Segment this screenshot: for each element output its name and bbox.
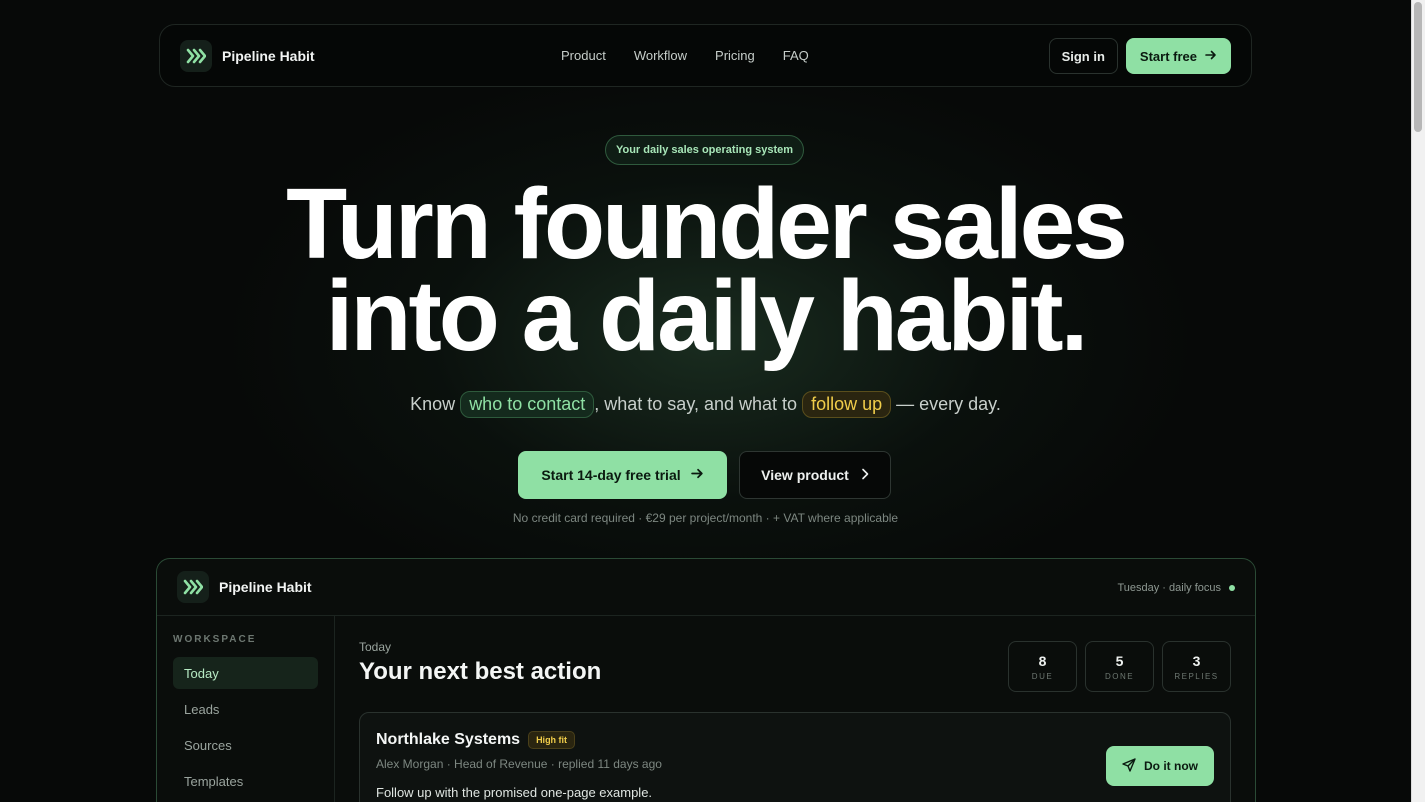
sidebar-item-templates[interactable]: Templates <box>173 765 318 797</box>
stat-done: 5 DONE <box>1085 641 1154 692</box>
sidebar-item-today[interactable]: Today <box>173 657 318 689</box>
nav-actions: Sign in Start free <box>1048 38 1231 74</box>
sidebar-item-sources[interactable]: Sources <box>173 729 318 761</box>
stat-value: 5 <box>1115 652 1124 669</box>
stat-replies: 3 REPLIES <box>1162 641 1231 692</box>
card-title-row: Northlake Systems High fit <box>376 731 1214 749</box>
card-company: Northlake Systems <box>376 731 521 748</box>
page-scrollbar[interactable] <box>1411 0 1425 802</box>
chevron-right-icon <box>861 467 869 483</box>
stat-label: DONE <box>1104 671 1135 681</box>
hero-headline: Turn founder sales into a daily habit. <box>0 174 1411 366</box>
highlight-who-to-contact: who to contact <box>460 391 595 418</box>
stats-group: 8 DUE 5 DONE 3 REPLIES <box>1008 641 1231 692</box>
chevrons-right-icon <box>177 571 209 603</box>
nav-link-workflow[interactable]: Workflow <box>634 48 687 63</box>
do-it-now-label: Do it now <box>1144 759 1198 773</box>
start-trial-label: Start 14-day free trial <box>541 467 681 483</box>
arrow-right-icon <box>1205 49 1217 64</box>
card-note: Follow up with the promised one-page exa… <box>376 785 653 800</box>
subline-prefix: Know <box>410 394 456 414</box>
app-header: Pipeline Habit Tuesday · daily focus <box>157 559 1255 616</box>
view-product-label: View product <box>761 467 849 483</box>
subline-suffix: — every day. <box>896 394 1001 414</box>
nav-links: Product Workflow Pricing FAQ <box>561 25 809 86</box>
stat-due: 8 DUE <box>1008 641 1077 692</box>
scrollbar-thumb[interactable] <box>1414 2 1422 132</box>
view-product-button[interactable]: View product <box>739 451 891 499</box>
workspace-label: WORKSPACE <box>173 634 257 645</box>
start-free-label: Start free <box>1139 48 1197 64</box>
sign-in-button[interactable]: Sign in <box>1048 38 1118 74</box>
card-meta: Alex Morgan · Head of Revenue · replied … <box>376 757 662 771</box>
sidebar-item-leads[interactable]: Leads <box>173 693 318 725</box>
fit-badge: High fit <box>528 731 576 749</box>
stat-label: DUE <box>1031 671 1054 681</box>
daily-focus-label: Tuesday · daily focus <box>1117 581 1221 594</box>
nav-link-product[interactable]: Product <box>561 48 606 63</box>
daily-focus-status: Tuesday · daily focus <box>1117 559 1235 616</box>
brand-name: Pipeline Habit <box>222 47 315 64</box>
hero-cta-row: Start 14-day free trial View product <box>518 451 891 499</box>
app-sidebar: WORKSPACE Today Leads Sources Templates <box>157 616 335 802</box>
nav-link-pricing[interactable]: Pricing <box>715 48 755 63</box>
do-it-now-button[interactable]: Do it now <box>1106 746 1214 786</box>
chevrons-right-icon <box>180 39 212 72</box>
hero-subline: Know who to contact, what to say, and wh… <box>0 391 1411 418</box>
action-card[interactable]: Northlake Systems High fit Alex Morgan ·… <box>359 712 1231 802</box>
start-free-button[interactable]: Start free <box>1125 38 1231 74</box>
highlight-follow-up: follow up <box>802 391 892 418</box>
stat-label: REPLIES <box>1174 671 1219 681</box>
app-preview: Pipeline Habit Tuesday · daily focus WOR… <box>156 558 1256 802</box>
app-main: Today Your next best action 8 DUE 5 DONE… <box>335 616 1255 802</box>
start-trial-button[interactable]: Start 14-day free trial <box>518 451 727 499</box>
top-navbar: Pipeline Habit Product Workflow Pricing … <box>159 24 1252 87</box>
hero-fineprint: No credit card required · €29 per projec… <box>512 511 899 525</box>
status-dot-icon <box>1229 584 1235 591</box>
arrow-right-icon <box>690 467 704 483</box>
brand[interactable]: Pipeline Habit <box>180 39 315 72</box>
stat-value: 3 <box>1192 652 1201 669</box>
nav-link-faq[interactable]: FAQ <box>783 48 809 63</box>
stat-value: 8 <box>1038 652 1047 669</box>
send-icon <box>1122 757 1136 775</box>
headline-line-2: into a daily habit. <box>325 260 1089 372</box>
hero-pill: Your daily sales operating system <box>605 135 804 165</box>
app-brand-name: Pipeline Habit <box>219 579 312 595</box>
app-brand: Pipeline Habit <box>177 571 312 603</box>
subline-middle: , what to say, and what to <box>594 394 798 414</box>
